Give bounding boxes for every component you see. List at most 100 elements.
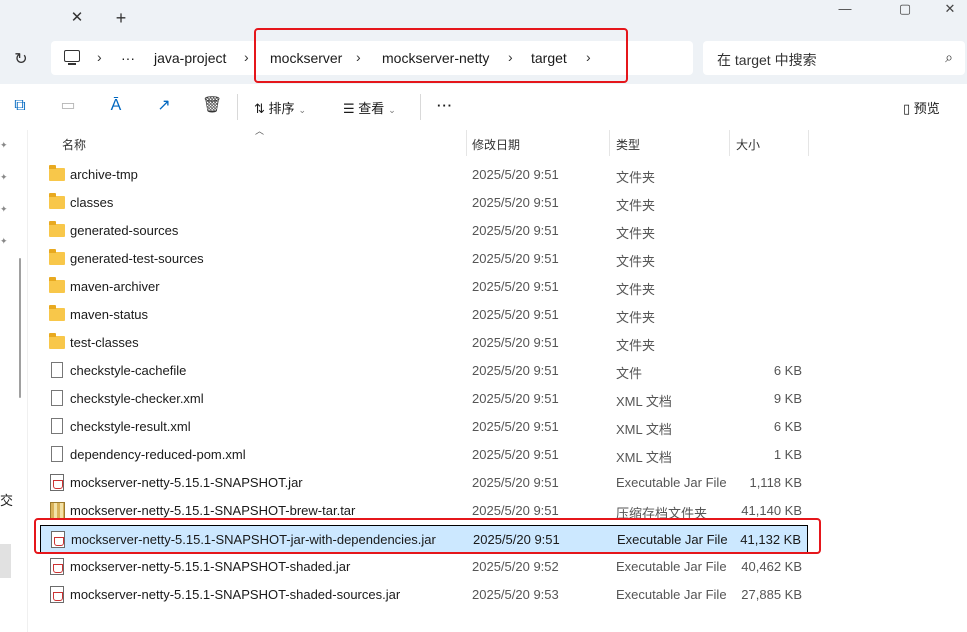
- column-divider[interactable]: [609, 130, 610, 156]
- file-type: XML 文档: [616, 450, 672, 465]
- file-date: 2025/5/20 9:51: [472, 195, 559, 210]
- breadcrumb-java-project[interactable]: java-project: [154, 50, 226, 66]
- column-header-date[interactable]: 修改日期: [472, 130, 608, 158]
- file-name: maven-archiver: [70, 279, 160, 294]
- file-date: 2025/5/20 9:51: [472, 391, 559, 406]
- navigation-pane[interactable]: ✦ ✦ ✦ ✦ 交: [0, 130, 28, 632]
- nav-scrollbar[interactable]: [19, 258, 21, 398]
- folder-icon: [49, 277, 65, 293]
- delete-icon[interactable]: 🗑: [202, 96, 222, 116]
- file-type: Executable Jar File: [616, 587, 727, 602]
- file-row[interactable]: classes 2025/5/20 9:51 文件夹: [40, 189, 808, 217]
- file-row[interactable]: test-classes 2025/5/20 9:51 文件夹: [40, 329, 808, 357]
- file-row[interactable]: archive-tmp 2025/5/20 9:51 文件夹: [40, 161, 808, 189]
- file-name: checkstyle-cachefile: [70, 363, 187, 378]
- sort-button[interactable]: ⇅ 排序 ⌄: [254, 98, 306, 117]
- file-type: 文件夹: [616, 226, 656, 241]
- file-row[interactable]: mockserver-netty-5.15.1-SNAPSHOT.jar 2025…: [40, 469, 808, 497]
- file-type: 文件夹: [616, 198, 656, 213]
- archive-icon: [50, 502, 65, 519]
- share-icon[interactable]: ↗: [154, 96, 174, 116]
- nav-selected-item[interactable]: [0, 544, 11, 578]
- file-name: checkstyle-result.xml: [70, 419, 191, 434]
- sort-label: 排序: [268, 101, 295, 116]
- search-input[interactable]: 在 target 中搜索 ⌕: [703, 41, 965, 75]
- preview-pane-button[interactable]: ▯ 预览: [903, 98, 940, 117]
- pin-icon[interactable]: ✦: [0, 140, 10, 150]
- file-row[interactable]: checkstyle-cachefile 2025/5/20 9:51 文件 6 KB: [40, 357, 808, 385]
- column-header-size[interactable]: 大小: [736, 130, 808, 158]
- file-type: XML 文档: [616, 422, 672, 437]
- highlight-box-breadcrumb: [254, 28, 628, 83]
- highlight-box-selected-file: [34, 518, 821, 554]
- file-date: 2025/5/20 9:51: [472, 279, 559, 294]
- window-close-button[interactable]: ✕: [927, 0, 967, 20]
- column-date-label: 修改日期: [472, 138, 521, 152]
- jar-icon: [50, 586, 64, 603]
- file-type: 文件夹: [616, 282, 656, 297]
- file-date: 2025/5/20 9:51: [472, 307, 559, 322]
- file-row[interactable]: generated-test-sources 2025/5/20 9:51 文件夹: [40, 245, 808, 273]
- file-icon: [51, 418, 63, 434]
- file-row[interactable]: checkstyle-checker.xml 2025/5/20 9:51 XML …: [40, 385, 808, 413]
- file-row[interactable]: generated-sources 2025/5/20 9:51 文件夹: [40, 217, 808, 245]
- file-icon: [51, 446, 63, 462]
- paste-icon[interactable]: ▭: [58, 96, 78, 116]
- chevron-down-icon: ⌄: [388, 105, 396, 115]
- file-row[interactable]: maven-status 2025/5/20 9:51 文件夹: [40, 301, 808, 329]
- rename-icon[interactable]: Ā: [106, 96, 126, 116]
- search-icon[interactable]: ⌕: [945, 49, 953, 66]
- toolbar-divider: [420, 94, 421, 120]
- column-header-type[interactable]: 类型: [616, 130, 728, 158]
- column-divider[interactable]: [729, 130, 730, 156]
- file-row[interactable]: maven-archiver 2025/5/20 9:51 文件夹: [40, 273, 808, 301]
- toolbar-divider: [237, 94, 238, 120]
- this-pc-icon[interactable]: [64, 50, 80, 65]
- file-name: dependency-reduced-pom.xml: [70, 447, 246, 462]
- close-tab-icon[interactable]: ✕: [68, 9, 86, 27]
- file-date: 2025/5/20 9:51: [472, 447, 559, 462]
- column-header-name[interactable]: 名称: [62, 130, 462, 158]
- file-name: test-classes: [70, 335, 139, 350]
- pin-icon[interactable]: ✦: [0, 172, 10, 182]
- more-options-button[interactable]: ···: [437, 98, 453, 113]
- folder-icon: [49, 193, 65, 209]
- file-date: 2025/5/20 9:52: [472, 559, 559, 574]
- file-size: 40,462 KB: [741, 559, 802, 574]
- file-name: mockserver-netty-5.15.1-SNAPSHOT-brew-ta…: [70, 503, 356, 518]
- jar-icon: [50, 558, 64, 575]
- folder-icon: [49, 249, 65, 265]
- file-name: classes: [70, 195, 114, 210]
- copy-icon[interactable]: ⧉: [10, 96, 30, 116]
- file-name: archive-tmp: [70, 167, 138, 182]
- file-row[interactable]: dependency-reduced-pom.xml 2025/5/20 9:51…: [40, 441, 808, 469]
- refresh-icon[interactable]: ↻: [10, 49, 32, 71]
- preview-label: 预览: [913, 101, 940, 116]
- file-name: maven-status: [70, 307, 149, 322]
- file-row[interactable]: mockserver-netty-5.15.1-SNAPSHOT-shaded-…: [40, 581, 808, 609]
- minimize-button[interactable]: —: [822, 0, 868, 20]
- file-size: 6 KB: [773, 419, 802, 434]
- maximize-button[interactable]: ▢: [882, 0, 928, 20]
- pin-icon[interactable]: ✦: [0, 236, 10, 246]
- pin-icon[interactable]: ✦: [0, 204, 10, 214]
- file-date: 2025/5/20 9:51: [472, 335, 559, 350]
- chevron-right-icon: ›: [97, 49, 102, 65]
- column-divider[interactable]: [466, 130, 467, 156]
- breadcrumb-overflow[interactable]: ···: [121, 50, 135, 66]
- file-size: 41,140 KB: [741, 503, 802, 518]
- new-tab-button[interactable]: +: [111, 8, 131, 28]
- file-name: mockserver-netty-5.15.1-SNAPSHOT-shaded-…: [70, 587, 401, 602]
- column-size-label: 大小: [736, 138, 761, 152]
- file-date: 2025/5/20 9:51: [472, 475, 559, 490]
- file-row[interactable]: checkstyle-result.xml 2025/5/20 9:51 XML 文…: [40, 413, 808, 441]
- file-type: 文件夹: [616, 338, 656, 353]
- column-divider[interactable]: [808, 130, 809, 156]
- view-button[interactable]: ☰ 查看 ⌄: [343, 98, 396, 117]
- nav-item-label[interactable]: 交: [0, 490, 13, 509]
- folder-icon: [49, 165, 65, 181]
- file-row[interactable]: mockserver-netty-5.15.1-SNAPSHOT-shaded.…: [40, 553, 808, 581]
- file-date: 2025/5/20 9:51: [472, 363, 559, 378]
- file-type: Executable Jar File: [616, 559, 727, 574]
- chevron-down-icon: ⌄: [298, 105, 307, 115]
